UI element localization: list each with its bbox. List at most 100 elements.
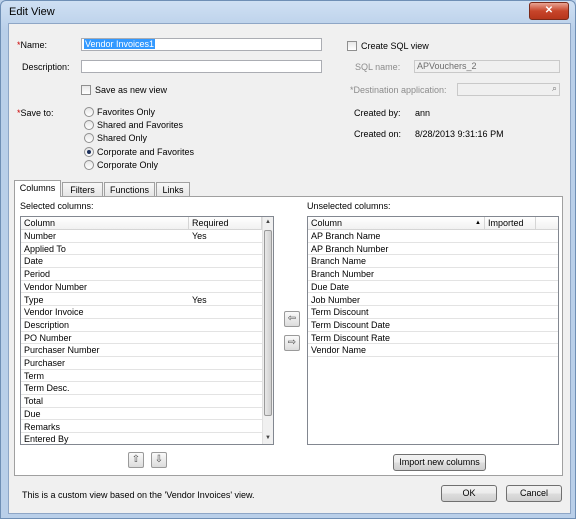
radio-label-corporate-only: Corporate Only	[97, 160, 159, 170]
destination-application-input[interactable]: ⌕	[457, 83, 560, 96]
destination-application-label: *Destination application:	[350, 85, 447, 95]
created-on-value: 8/28/2013 9:31:16 PM	[415, 129, 504, 139]
unselected-columns-grid[interactable]: Column ▲ Imported AP Branch Name AP Branch…	[307, 216, 559, 445]
table-row[interactable]: Term	[21, 370, 262, 383]
scroll-thumb[interactable]	[264, 230, 272, 416]
description-input[interactable]	[81, 60, 322, 73]
table-row[interactable]: Vendor Name	[308, 344, 558, 357]
table-row[interactable]: Branch Name	[308, 255, 558, 269]
tab-filters[interactable]: Filters	[62, 182, 103, 196]
table-row[interactable]: Remarks	[21, 421, 262, 434]
table-row[interactable]: Number Yes	[21, 230, 262, 243]
cell-column: AP Branch Number	[311, 243, 389, 254]
created-by-value: ann	[415, 108, 431, 118]
sort-ascending-icon: ▲	[475, 220, 481, 226]
left-arrow-icon: ⇦	[287, 313, 297, 324]
save-to-label: *Save to:	[17, 108, 54, 118]
table-row[interactable]: Date	[21, 255, 262, 269]
close-button[interactable]: ✕	[529, 2, 569, 20]
selected-grid-scrollbar[interactable]: ▲ ▼	[262, 217, 273, 444]
header-imported[interactable]: Imported	[485, 217, 536, 229]
title-bar: Edit View ✕	[1, 1, 575, 23]
cell-column: Vendor Name	[311, 345, 367, 356]
table-row[interactable]: Vendor Invoice	[21, 306, 262, 319]
cell-column: Term Discount	[311, 307, 369, 318]
cell-column: Term Discount Date	[311, 319, 391, 330]
selected-grid-header: Column Required	[21, 217, 262, 230]
header-column[interactable]: Column ▲	[308, 217, 485, 229]
import-new-columns-button[interactable]: Import new columns	[393, 454, 486, 471]
table-row[interactable]: Entered By	[21, 433, 262, 445]
save-as-new-label: Save as new view	[95, 85, 168, 95]
table-row[interactable]: Term Discount	[308, 306, 558, 319]
cell-column: Description	[24, 319, 70, 330]
ok-button[interactable]: OK	[441, 485, 497, 502]
table-row[interactable]: AP Branch Name	[308, 230, 558, 243]
dialog-body: *Name: Vendor Invoices1 Description: Sav…	[8, 23, 571, 514]
tab-columns[interactable]: Columns	[14, 180, 61, 197]
window-title: Edit View	[9, 6, 55, 18]
selected-columns-grid[interactable]: Column Required Number Yes Applied To Date P…	[20, 216, 274, 445]
sql-name-input[interactable]: APVouchers_2	[414, 60, 560, 73]
selected-columns-label: Selected columns:	[20, 201, 94, 211]
cell-column: Purchaser	[24, 358, 66, 368]
radio-shared-only[interactable]	[84, 133, 94, 143]
cell-column: Period	[24, 269, 51, 280]
table-row[interactable]: Term Discount Rate	[308, 332, 558, 345]
table-row[interactable]: Due Date	[308, 281, 558, 294]
cell-column: Branch Name	[311, 256, 367, 267]
tab-links[interactable]: Links	[156, 182, 190, 196]
unselected-grid-header: Column ▲ Imported	[308, 217, 558, 230]
save-as-new-checkbox[interactable]	[81, 85, 91, 95]
radio-label-corporate-and-favorites: Corporate and Favorites	[97, 147, 195, 157]
move-left-button[interactable]: ⇦	[284, 311, 300, 327]
table-row[interactable]: PO Number	[21, 332, 262, 345]
move-right-button[interactable]: ⇨	[284, 335, 300, 351]
name-input[interactable]: Vendor Invoices1	[81, 38, 322, 51]
table-row[interactable]: Job Number	[308, 294, 558, 307]
cell-column: Due Date	[311, 281, 350, 292]
radio-favorites-only[interactable]	[84, 107, 94, 117]
cell-column: Entered By	[24, 434, 69, 445]
table-row[interactable]: Due	[21, 408, 262, 421]
table-row[interactable]: Vendor Number	[21, 281, 262, 294]
created-on-label: Created on:	[354, 129, 402, 139]
tab-functions[interactable]: Functions	[104, 182, 155, 196]
table-row[interactable]: Purchaser Number	[21, 344, 262, 357]
cell-column: PO Number	[24, 332, 72, 343]
close-icon: ✕	[544, 5, 554, 16]
header-required[interactable]: Required	[189, 217, 262, 229]
table-row[interactable]: Description	[21, 319, 262, 332]
cell-column: Total	[24, 396, 44, 407]
down-arrow-icon: ⇩	[154, 454, 164, 465]
table-row[interactable]: Branch Number	[308, 268, 558, 281]
table-row[interactable]: Period	[21, 268, 262, 281]
create-sql-view-checkbox[interactable]	[347, 41, 357, 51]
table-row[interactable]: Total	[21, 395, 262, 408]
cell-column: Type	[24, 294, 44, 305]
cell-required: Yes	[192, 231, 207, 241]
radio-corporate-only[interactable]	[84, 160, 94, 170]
table-row[interactable]: Applied To	[21, 243, 262, 256]
magnifier-icon[interactable]: ⌕	[552, 84, 557, 94]
table-row[interactable]: Term Desc.	[21, 382, 262, 396]
move-down-button[interactable]: ⇩	[151, 452, 167, 468]
footer-note: This is a custom view based on the 'Vend…	[22, 490, 255, 500]
header-column[interactable]: Column	[21, 217, 189, 229]
table-row[interactable]: Term Discount Date	[308, 319, 558, 332]
cell-required: Yes	[192, 294, 207, 305]
table-row[interactable]: AP Branch Number	[308, 243, 558, 256]
radio-shared-and-favorites[interactable]	[84, 120, 94, 130]
table-row[interactable]: Type Yes	[21, 294, 262, 307]
table-row[interactable]: Purchaser	[21, 357, 262, 370]
cancel-button[interactable]: Cancel	[506, 485, 562, 502]
right-arrow-icon: ⇨	[287, 337, 297, 348]
radio-corporate-and-favorites[interactable]	[84, 147, 94, 157]
move-up-button[interactable]: ⇧	[128, 452, 144, 468]
description-label: Description:	[22, 62, 70, 72]
scroll-down-icon[interactable]: ▼	[263, 433, 273, 444]
up-arrow-icon: ⇧	[131, 454, 141, 465]
sql-name-label: SQL name:	[355, 62, 401, 72]
scroll-up-icon[interactable]: ▲	[263, 217, 273, 228]
name-label: *Name:	[17, 40, 48, 50]
